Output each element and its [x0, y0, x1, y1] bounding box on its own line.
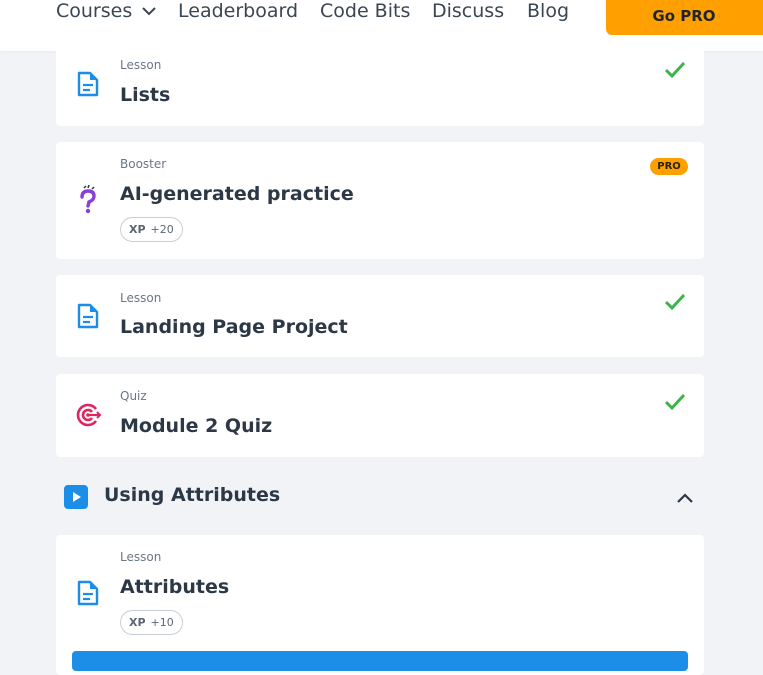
module-section-header[interactable]: Using Attributes: [64, 483, 704, 511]
nav-courses-label: Courses: [56, 0, 133, 22]
target-icon: [76, 401, 102, 429]
xp-badge: XP +10: [120, 610, 183, 635]
xp-value: +10: [150, 616, 174, 629]
item-title: Landing Page Project: [120, 316, 348, 338]
question-mark-icon: [76, 184, 100, 214]
nav-leaderboard[interactable]: Leaderboard: [178, 0, 298, 26]
item-kind: Booster: [120, 157, 167, 171]
checkmark-icon: [664, 293, 686, 311]
item-title: Module 2 Quiz: [120, 415, 273, 437]
go-pro-button[interactable]: Go PRO: [606, 0, 763, 35]
start-lesson-button[interactable]: [72, 651, 688, 671]
checkmark-icon: [664, 61, 686, 79]
item-kind: Lesson: [120, 58, 162, 72]
lesson-card-landing-page[interactable]: Lesson Landing Page Project: [56, 275, 704, 357]
lesson-icon: [76, 70, 100, 98]
item-title: Attributes: [120, 576, 230, 598]
lesson-icon: [76, 302, 100, 330]
nav-code-bits[interactable]: Code Bits: [320, 0, 410, 26]
xp-label: XP: [129, 223, 146, 236]
item-title: AI-generated practice: [120, 183, 354, 205]
item-kind: Lesson: [120, 550, 162, 564]
chevron-down-icon: [142, 6, 156, 16]
xp-value: +20: [150, 223, 174, 236]
item-title: Lists: [120, 84, 171, 106]
nav-discuss[interactable]: Discuss: [432, 0, 504, 26]
item-kind: Quiz: [120, 389, 147, 403]
xp-label: XP: [129, 616, 146, 629]
play-icon: [64, 485, 88, 509]
section-title: Using Attributes: [104, 484, 281, 506]
xp-badge: XP +20: [120, 217, 183, 242]
checkmark-icon: [664, 393, 686, 411]
lesson-card-lists[interactable]: Lesson Lists: [56, 44, 704, 126]
lesson-icon: [76, 579, 100, 607]
nav-blog[interactable]: Blog: [527, 0, 569, 26]
pro-badge: PRO: [650, 158, 688, 175]
quiz-card-module-2[interactable]: Quiz Module 2 Quiz: [56, 374, 704, 457]
item-kind: Lesson: [120, 291, 162, 305]
nav-courses[interactable]: Courses: [56, 0, 156, 26]
chevron-up-icon[interactable]: [676, 489, 694, 503]
booster-card-ai-practice[interactable]: Booster AI-generated practice PRO XP +20: [56, 142, 704, 259]
